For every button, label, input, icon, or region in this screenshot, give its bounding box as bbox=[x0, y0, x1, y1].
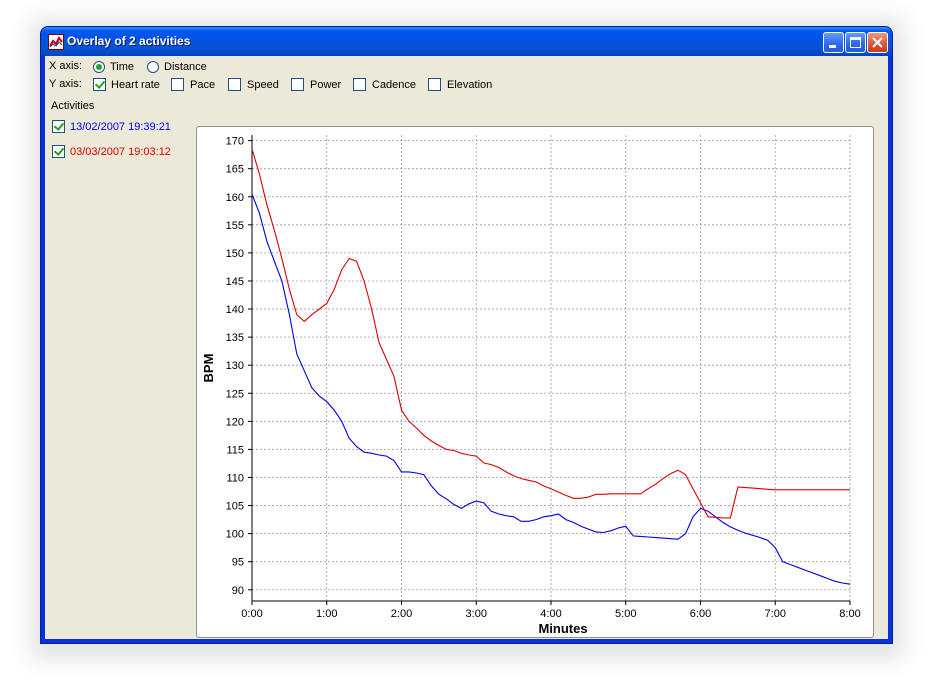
y-axis-power-label[interactable]: Power bbox=[310, 79, 341, 91]
y-axis-power-checkbox[interactable] bbox=[291, 78, 304, 91]
y-axis-pace-checkbox[interactable] bbox=[171, 78, 184, 91]
y-tick-label: 110 bbox=[226, 472, 244, 484]
y-axis-elevation-checkbox[interactable] bbox=[428, 78, 441, 91]
y-axis-cadence-label[interactable]: Cadence bbox=[372, 79, 416, 91]
minimize-button[interactable] bbox=[823, 32, 844, 53]
maximize-button[interactable] bbox=[845, 32, 866, 53]
y-tick-label: 155 bbox=[226, 220, 244, 232]
title-bar[interactable]: Overlay of 2 activities bbox=[41, 27, 892, 56]
y-tick-label: 120 bbox=[226, 416, 244, 428]
x-tick-label: 2:00 bbox=[391, 608, 412, 620]
y-axis-heart-rate-checkbox[interactable] bbox=[93, 78, 106, 91]
x-axis-distance-radio[interactable] bbox=[147, 61, 159, 73]
heart-rate-chart: 90 95 100 105 110 115 120 125 130 135 140 145 150 155… bbox=[201, 135, 861, 636]
y-axis-speed-label[interactable]: Speed bbox=[247, 79, 279, 91]
x-tick-label: 1:00 bbox=[316, 608, 337, 620]
chart-panel: 90 95 100 105 110 115 120 125 130 135 140 145 150 155… bbox=[196, 126, 874, 638]
y-tick-label: 115 bbox=[226, 444, 244, 456]
y-tick-label: 105 bbox=[226, 501, 244, 513]
x-tick-label: 5:00 bbox=[615, 608, 636, 620]
x-axis-distance-label[interactable]: Distance bbox=[164, 61, 207, 73]
y-tick-label: 170 bbox=[226, 136, 244, 148]
activity-1-label[interactable]: 13/02/2007 19:39:21 bbox=[70, 121, 171, 133]
x-tick-label: 3:00 bbox=[466, 608, 487, 620]
x-axis-label: X axis: bbox=[49, 60, 83, 72]
overlay-window: Overlay of 2 activities X axis: Time Dis… bbox=[40, 26, 893, 644]
y-axis-heart-rate-label[interactable]: Heart rate bbox=[111, 79, 160, 91]
x-axis-time-radio[interactable] bbox=[93, 61, 105, 73]
activity-1-checkbox[interactable] bbox=[52, 120, 65, 133]
minimize-icon bbox=[829, 45, 836, 48]
y-axis-cadence-checkbox[interactable] bbox=[353, 78, 366, 91]
x-axis-title: Minutes bbox=[538, 621, 587, 636]
x-tick-label: 6:00 bbox=[690, 608, 711, 620]
y-tick-label: 145 bbox=[226, 276, 244, 288]
activities-heading: Activities bbox=[51, 100, 95, 112]
y-axis-title: BPM bbox=[201, 354, 216, 383]
x-axis-time-label[interactable]: Time bbox=[110, 61, 134, 73]
y-axis-elevation-label[interactable]: Elevation bbox=[447, 79, 492, 91]
window-client-area: X axis: Time Distance Y axis: Heart rate… bbox=[45, 56, 888, 639]
y-axis-label: Y axis: bbox=[49, 78, 82, 90]
x-tick-label: 0:00 bbox=[241, 608, 262, 620]
y-tick-label: 140 bbox=[226, 304, 244, 316]
y-tick-label: 135 bbox=[226, 332, 244, 344]
window-title: Overlay of 2 activities bbox=[67, 34, 191, 48]
x-tick-label: 7:00 bbox=[765, 608, 786, 620]
app-chart-icon bbox=[48, 34, 64, 50]
y-axis-pace-label[interactable]: Pace bbox=[190, 79, 215, 91]
x-tick-label: 8:00 bbox=[839, 608, 860, 620]
maximize-icon bbox=[850, 37, 861, 48]
activity-2-label[interactable]: 03/03/2007 19:03:12 bbox=[70, 146, 171, 158]
y-axis-speed-checkbox[interactable] bbox=[228, 78, 241, 91]
y-tick-label: 100 bbox=[226, 529, 244, 541]
x-tick-label: 4:00 bbox=[540, 608, 561, 620]
close-icon bbox=[872, 37, 883, 48]
y-tick-label: 165 bbox=[226, 164, 244, 176]
y-tick-label: 125 bbox=[226, 388, 244, 400]
y-tick-label: 160 bbox=[226, 192, 244, 204]
y-tick-label: 95 bbox=[232, 557, 244, 569]
close-button[interactable] bbox=[867, 32, 888, 53]
activity-2-checkbox[interactable] bbox=[52, 145, 65, 158]
y-tick-label: 130 bbox=[226, 360, 244, 372]
y-tick-label: 150 bbox=[226, 248, 244, 260]
y-tick-label: 90 bbox=[232, 585, 244, 597]
